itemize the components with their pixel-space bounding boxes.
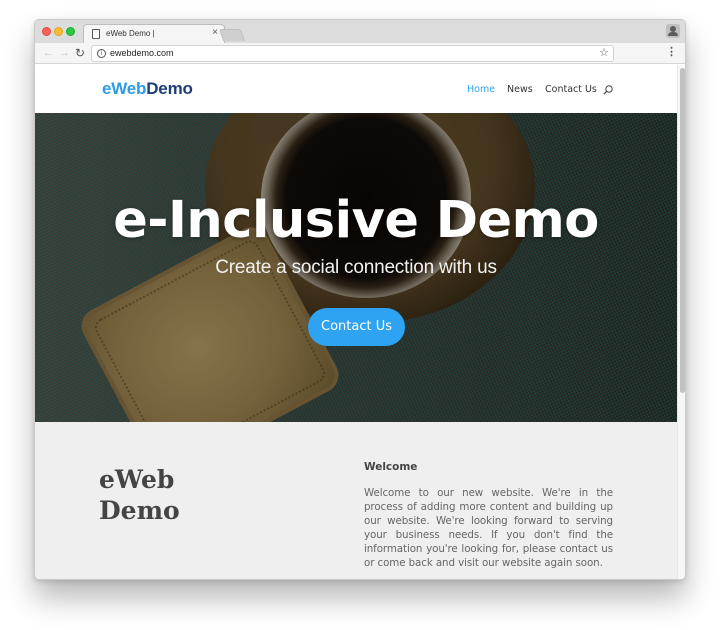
welcome-heading: Welcome [364,461,418,473]
site-header: eWebDemo Home News Contact Us [35,65,677,113]
reload-icon[interactable]: ↻ [75,46,85,60]
back-arrow-icon[interactable]: ← [43,46,54,60]
welcome-section: eWeb Demo Welcome Welcome to our new web… [35,422,677,579]
section-title: eWeb Demo [99,465,180,525]
browser-tab-active[interactable]: eWeb Demo | × [83,24,225,44]
hero-subtitle: Create a social connection with us [215,257,497,278]
scrollbar-thumb[interactable] [680,68,685,393]
contact-us-button[interactable]: Contact Us [308,308,405,346]
nav-home[interactable]: Home [467,84,495,95]
browser-toolbar: ← → ↻ i ewebdemo.com ☆ ⋮ [35,43,685,64]
scrollbar[interactable] [677,65,685,579]
maximize-window-button[interactable] [66,27,75,36]
search-icon[interactable] [603,85,613,95]
forward-arrow-icon[interactable]: → [59,46,70,60]
nav-contact-us[interactable]: Contact Us [545,84,597,95]
kebab-menu-icon[interactable]: ⋮ [666,46,677,58]
star-icon[interactable]: ☆ [599,46,609,59]
tab-title: eWeb Demo | [106,29,155,38]
new-tab-button[interactable] [218,29,246,41]
address-bar[interactable]: i ewebdemo.com ☆ [91,45,614,62]
minimize-window-button[interactable] [54,27,63,36]
profile-icon[interactable] [666,24,680,38]
info-icon[interactable]: i [97,49,106,58]
nav-news[interactable]: News [507,84,533,95]
page-viewport: eWebDemo Home News Contact Us e-Inclusiv… [35,65,685,579]
profile-body [668,32,678,36]
main-nav: Home News Contact Us [35,84,677,98]
hero-title: e-Inclusive Demo [113,191,599,250]
page-icon [92,29,100,39]
url-text[interactable]: ewebdemo.com [110,48,174,58]
tab-close-icon[interactable]: × [212,27,218,38]
tab-strip: eWeb Demo | × [35,20,685,44]
welcome-body: Welcome to our new website. We're in the… [364,487,613,569]
browser-window: eWeb Demo | × ← → ↻ i ewebdemo.com ☆ ⋮ e… [34,19,686,580]
hero-section: e-Inclusive Demo Create a social connect… [35,113,677,422]
close-window-button[interactable] [42,27,51,36]
